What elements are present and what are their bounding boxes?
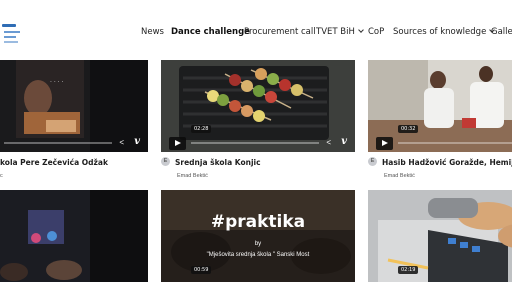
video-duration: 02:19 (398, 266, 419, 274)
author-avatar: E (368, 157, 377, 166)
video-thumbnail[interactable]: 02:19 (368, 190, 512, 282)
video-duration: 00:59 (191, 266, 212, 274)
overlay-school: "Mješovita srednja škola " Sanski Most (206, 252, 310, 258)
play-icon[interactable] (169, 137, 186, 150)
video-controls: 00:32 (368, 125, 512, 152)
video-duration: 00:32 (398, 125, 419, 133)
nav-item-news[interactable]: News (141, 25, 164, 39)
video-thumbnail[interactable]: #praktika by "Mješovita srednja škola " … (161, 190, 355, 282)
video-controls: 02:28 < v (161, 125, 355, 152)
nav-label: CoP (368, 27, 385, 37)
overlay-title: #praktika (210, 212, 306, 232)
video-title[interactable]: Hasib Hadžović Goražde, Hemijski sm (382, 158, 512, 167)
site-logo[interactable] (0, 20, 24, 50)
video-title[interactable]: Srednja škola Konjic (175, 158, 261, 167)
nav-item-tvet-bih[interactable]: TVET BiH (316, 25, 364, 39)
video-thumbnail[interactable]: 02:28 < v (161, 60, 355, 152)
nav-label: News (141, 27, 164, 37)
video-thumbnail[interactable] (0, 190, 148, 282)
author-avatar: E (161, 157, 170, 166)
nav-label: Dance challenge (171, 27, 250, 37)
video-controls: 00:59 (161, 264, 355, 282)
video-controls: 02:19 (368, 264, 512, 282)
nav-item-dance-challenge[interactable]: Dance challenge (171, 25, 250, 39)
video-controls (0, 264, 148, 282)
nav-label: TVET BiH (316, 27, 355, 37)
video-title[interactable]: kola Pere Zečevića Odžak (0, 158, 108, 167)
progress-bar[interactable] (191, 142, 319, 144)
nav-item-gallery[interactable]: Galler (491, 25, 512, 39)
progress-bar[interactable] (398, 142, 512, 144)
video-thumbnail[interactable]: · · · · < v (0, 60, 148, 152)
nav-item-procurement-call[interactable]: Procurement call (244, 25, 316, 39)
video-author: Emad Bektić (384, 173, 415, 179)
video-thumbnail[interactable]: 00:32 (368, 60, 512, 152)
nav-item-cop[interactable]: CoP (368, 25, 384, 39)
video-author: c (0, 173, 3, 179)
vimeo-logo-icon[interactable]: v (134, 136, 140, 147)
vimeo-logo-icon[interactable]: v (341, 136, 347, 147)
svg-text:· · · ·: · · · · (50, 79, 63, 86)
site-header: News Dance challenge Procurement call TV… (0, 0, 512, 62)
chevron-down-icon (358, 27, 364, 33)
progress-bar[interactable] (4, 142, 112, 144)
play-icon[interactable] (376, 137, 393, 150)
share-icon[interactable]: < (119, 138, 124, 148)
nav-label: Sources of knowledge (393, 27, 487, 37)
video-controls: < v (0, 134, 148, 152)
share-icon[interactable]: < (326, 138, 331, 148)
page: News Dance challenge Procurement call TV… (0, 0, 512, 288)
nav-item-sources-of-knowledge[interactable]: Sources of knowledge (393, 25, 496, 39)
nav-label: Galler (491, 27, 512, 37)
nav-label: Procurement call (244, 27, 316, 37)
video-author: Emad Bektić (177, 173, 208, 179)
overlay-by: by (254, 241, 262, 247)
video-duration: 02:28 (191, 125, 212, 133)
